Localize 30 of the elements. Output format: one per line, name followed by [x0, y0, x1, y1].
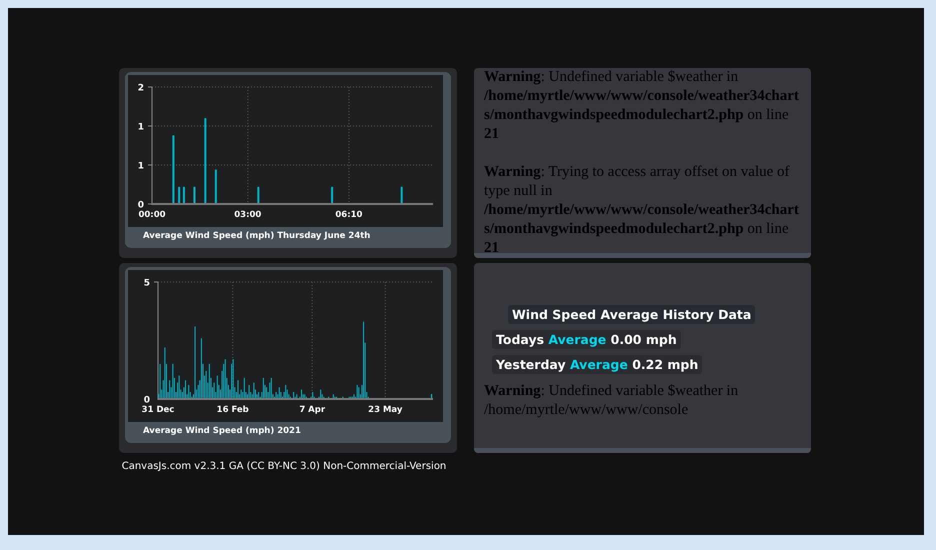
chart-bar [331, 186, 334, 204]
axis-label: 1 [138, 122, 144, 132]
chart-bar [400, 186, 403, 204]
axis-label: 00:00 [138, 210, 166, 220]
axis-label: 5 [144, 278, 150, 288]
average-reading: Yesterday Average 0.22 mph [492, 355, 702, 374]
axis-label: 0 [138, 200, 144, 210]
axis-label: 2 [138, 84, 144, 94]
chart-bar [193, 186, 196, 204]
axis-label: 06:10 [335, 210, 362, 220]
chart-bar [178, 186, 180, 204]
chart-bar [214, 170, 217, 204]
history-title: Wind Speed Average History Data [508, 305, 756, 324]
chart-bar [182, 186, 185, 204]
chart-bar [172, 135, 174, 204]
axis-label: 0 [144, 396, 150, 406]
axis-label: 31 Dec [142, 405, 174, 415]
chart-caption: Average Wind Speed (mph) 2021 [142, 425, 302, 438]
warning-message: Warning: Undefined variable $weather in /home/myrtle/www/www/console [484, 382, 740, 420]
axis-label: 03:00 [234, 210, 262, 220]
axis-label: 1 [138, 162, 144, 172]
axis-label: 7 Apr [299, 405, 326, 415]
chart-caption: Average Wind Speed (mph) Thursday June 24th [142, 230, 372, 243]
axis-label: 23 May [368, 405, 402, 415]
average-reading: Todays Average 0.00 mph [492, 330, 681, 349]
warning-message: Warning: Undefined variable $weather in /home/myrtle/www/www/console/weather34charts/monthavgwindspeedmodulechart2.php on line 21 [484, 68, 800, 144]
axis-label: 16 Feb [216, 405, 249, 415]
chart-bar [257, 186, 260, 204]
warning-message: Warning: Trying to access array offset on value of type null in /home/myrtle/www/www/console/weather34charts/monthavgwindspeedmodulechart2.php on line 21 [484, 163, 800, 258]
credits-text: CanvasJs.com v2.3.1 GA (CC BY-NC 3.0) Non-Commercial-Version [120, 461, 448, 472]
